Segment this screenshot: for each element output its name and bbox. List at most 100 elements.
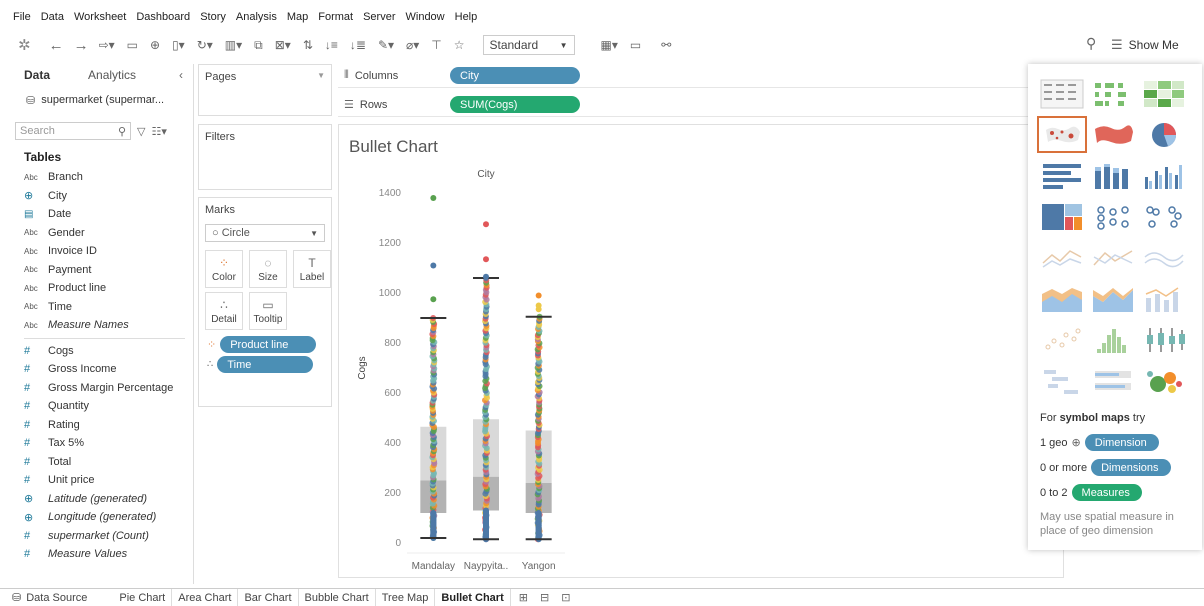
chart-type-pie[interactable]	[1140, 117, 1188, 152]
pages-card[interactable]: Pages ▼	[198, 64, 332, 116]
clear-sheet-icon[interactable]: ⊠▾	[275, 34, 291, 56]
search-input[interactable]: Search ⚲	[15, 122, 131, 140]
save-icon[interactable]: ▭	[127, 34, 138, 56]
field-item[interactable]: # Rating	[0, 416, 193, 435]
share-icon[interactable]: ⚯	[661, 34, 671, 56]
label-button[interactable]: T Label	[293, 250, 331, 288]
tab-analytics[interactable]: Analytics	[64, 68, 150, 82]
detail-button[interactable]: ∴ Detail	[205, 292, 243, 330]
pill-product-line[interactable]: Product line	[220, 336, 317, 353]
chart-type-circle-views[interactable]	[1089, 199, 1137, 234]
menu-window[interactable]: Window	[406, 11, 445, 23]
field-item[interactable]: # Unit price	[0, 471, 193, 490]
duplicate-icon[interactable]: ⧉	[254, 34, 263, 56]
field-item[interactable]: Abc Gender	[0, 224, 193, 243]
chart-type-treemap[interactable]	[1038, 199, 1086, 234]
field-item[interactable]: # supermarket (Count)	[0, 527, 193, 546]
new-worksheet-icon[interactable]: ▯▾	[172, 34, 185, 56]
field-item[interactable]: ⊕ Longitude (generated)	[0, 508, 193, 527]
field-item[interactable]: Abc Invoice ID	[0, 242, 193, 261]
filters-card[interactable]: Filters	[198, 124, 332, 190]
chart-type-histogram[interactable]	[1089, 322, 1137, 357]
menu-worksheet[interactable]: Worksheet	[74, 11, 126, 23]
chart-type-symbol-map[interactable]	[1037, 116, 1087, 153]
chart-type-scatter[interactable]	[1038, 322, 1086, 357]
sheet-tab[interactable]: Tree Map	[376, 588, 436, 606]
sheet-tab[interactable]: Bullet Chart	[435, 588, 511, 606]
size-button[interactable]: ◌ Size	[249, 250, 287, 288]
field-item[interactable]: Abc Measure Names	[0, 316, 193, 335]
chart-type-text-table[interactable]	[1038, 76, 1086, 111]
chart-type-packed-bubbles[interactable]	[1140, 363, 1188, 398]
field-item[interactable]: # Cogs	[0, 342, 193, 361]
swap-icon[interactable]: ⇅	[303, 34, 313, 56]
fit-select[interactable]: Standard ▼	[482, 35, 575, 55]
color-button[interactable]: ⁘ Color	[205, 250, 243, 288]
field-item[interactable]: # Tax 5%	[0, 434, 193, 453]
label-icon[interactable]: ⊤	[431, 34, 441, 56]
menu-map[interactable]: Map	[287, 11, 308, 23]
menu-server[interactable]: Server	[363, 11, 395, 23]
chevron-down-icon[interactable]: ▼	[317, 71, 325, 80]
sheet-tab[interactable]: Area Chart	[172, 588, 239, 606]
sheet-tab[interactable]: Bubble Chart	[299, 588, 376, 606]
mark-pill-color[interactable]: ⁘ Product line	[207, 336, 331, 353]
menu-dashboard[interactable]: Dashboard	[136, 11, 190, 23]
chart-type-area-discrete[interactable]	[1089, 281, 1137, 316]
field-item[interactable]: # Quantity	[0, 397, 193, 416]
undo-icon[interactable]: ←	[49, 34, 64, 56]
field-item[interactable]: ⊕ Latitude (generated)	[0, 490, 193, 509]
mark-type-select[interactable]: ○ Circle ▼	[205, 224, 325, 242]
tableau-logo-icon[interactable]: ✲	[18, 34, 31, 56]
sort-ascending-icon[interactable]: ↓≡	[325, 34, 338, 56]
chart-type-dual-combination[interactable]	[1140, 281, 1188, 316]
chart-type-heat-map[interactable]	[1089, 76, 1137, 111]
field-item[interactable]: # Measure Values	[0, 545, 193, 564]
refresh-icon[interactable]: ↻▾	[197, 34, 213, 56]
pin-axis-icon[interactable]: ☆	[454, 34, 465, 56]
chart-type-gantt[interactable]	[1038, 363, 1086, 398]
field-item[interactable]: Abc Product line	[0, 279, 193, 298]
redo-icon[interactable]: →	[74, 34, 89, 56]
field-item[interactable]: Abc Branch	[0, 168, 193, 187]
show-me-button[interactable]: ☰ Show Me	[1111, 34, 1179, 56]
new-datasource-icon[interactable]: ⊕	[150, 34, 160, 56]
pill-time[interactable]: Time	[217, 356, 314, 373]
sheet-tab[interactable]: Pie Chart	[113, 588, 173, 606]
field-item[interactable]: # Total	[0, 453, 193, 472]
columns-shelf[interactable]: ⦀ Columns City	[338, 64, 1028, 88]
field-item[interactable]: # Gross Margin Percentage	[0, 379, 193, 398]
chart-type-lines-discrete[interactable]	[1089, 240, 1137, 275]
chart-type-highlight-table[interactable]	[1140, 76, 1188, 111]
tab-data[interactable]: Data	[0, 68, 64, 82]
chart-type-side-by-side-circles[interactable]	[1140, 199, 1188, 234]
chart-type-bullet-graph[interactable]	[1089, 363, 1137, 398]
field-item[interactable]: Abc Payment	[0, 261, 193, 280]
menu-data[interactable]: Data	[41, 11, 64, 23]
chart-type-filled-map[interactable]	[1089, 117, 1137, 152]
pill-city[interactable]: City	[450, 67, 580, 84]
datasource-item[interactable]: ⛁ supermarket (supermar...	[0, 88, 193, 112]
rows-shelf[interactable]: ☰ Rows SUM(Cogs)	[338, 93, 1028, 117]
menu-help[interactable]: Help	[455, 11, 478, 23]
field-item[interactable]: ▤ Date	[0, 205, 193, 224]
chart-type-stacked-bars[interactable]	[1089, 158, 1137, 193]
pin-icon[interactable]: ⚲	[1086, 35, 1096, 52]
collapse-icon[interactable]: ‹	[179, 68, 183, 82]
chart-type-box-whisker[interactable]	[1140, 322, 1188, 357]
redo-alt-icon[interactable]: ⇨▾	[99, 34, 115, 56]
chart-type-lines-continuous[interactable]	[1038, 240, 1086, 275]
group-icon[interactable]: ⌀▾	[406, 34, 419, 56]
menu-format[interactable]: Format	[318, 11, 353, 23]
sort-descending-icon[interactable]: ↓≣	[350, 34, 366, 56]
chart-type-area-continuous[interactable]	[1038, 281, 1086, 316]
menu-analysis[interactable]: Analysis	[236, 11, 277, 23]
add-chart-icon[interactable]: ▥▾	[225, 34, 242, 56]
show-cards-icon[interactable]: ▦▾	[601, 34, 618, 56]
menu-file[interactable]: File	[13, 11, 31, 23]
new-story-icon[interactable]: ⊡	[561, 591, 570, 604]
tab-data-source[interactable]: ⛁ Data Source	[0, 589, 113, 606]
mark-pill-detail[interactable]: ∴ Time	[207, 356, 331, 373]
new-worksheet-icon[interactable]: ⊞	[519, 591, 528, 604]
menu-story[interactable]: Story	[200, 11, 226, 23]
